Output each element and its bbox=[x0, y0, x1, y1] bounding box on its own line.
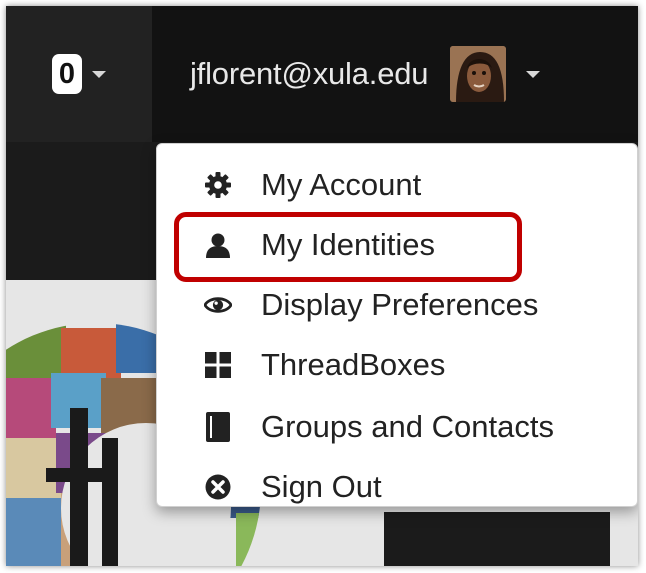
gear-icon bbox=[204, 171, 232, 199]
eye-icon bbox=[204, 291, 232, 319]
user-dropdown-menu: My Account My Identities Display Prefere… bbox=[156, 143, 638, 507]
app-window: 0 jflorent@xula.edu My Account My Identi… bbox=[6, 6, 638, 566]
menu-item-my-identities[interactable]: My Identities bbox=[157, 216, 637, 274]
menu-item-label: Display Preferences bbox=[261, 287, 539, 322]
menu-item-label: Groups and Contacts bbox=[261, 409, 554, 444]
menu-item-my-account[interactable]: My Account bbox=[157, 156, 637, 214]
notifications-dropdown[interactable]: 0 bbox=[6, 6, 152, 142]
top-navbar: 0 jflorent@xula.edu bbox=[6, 6, 638, 142]
person-icon bbox=[204, 231, 232, 259]
menu-item-sign-out[interactable]: Sign Out bbox=[157, 458, 637, 516]
menu-item-label: My Account bbox=[261, 167, 422, 202]
user-avatar bbox=[450, 46, 507, 102]
user-dropdown-toggle[interactable]: jflorent@xula.edu bbox=[152, 6, 638, 142]
sign-out-icon bbox=[204, 473, 232, 501]
book-icon bbox=[204, 412, 232, 442]
menu-item-groups-and-contacts[interactable]: Groups and Contacts bbox=[157, 398, 637, 456]
menu-item-display-preferences[interactable]: Display Preferences bbox=[157, 276, 637, 334]
menu-item-threadboxes[interactable]: ThreadBoxes bbox=[157, 336, 637, 394]
dark-panel bbox=[384, 512, 610, 566]
grid-icon bbox=[204, 351, 232, 379]
notification-count-badge: 0 bbox=[52, 54, 82, 94]
menu-item-label: Sign Out bbox=[261, 469, 382, 504]
caret-down-icon bbox=[92, 70, 106, 78]
menu-item-label: ThreadBoxes bbox=[261, 347, 446, 382]
menu-item-label: My Identities bbox=[261, 227, 436, 262]
caret-down-icon bbox=[526, 70, 541, 78]
user-email: jflorent@xula.edu bbox=[190, 56, 429, 91]
